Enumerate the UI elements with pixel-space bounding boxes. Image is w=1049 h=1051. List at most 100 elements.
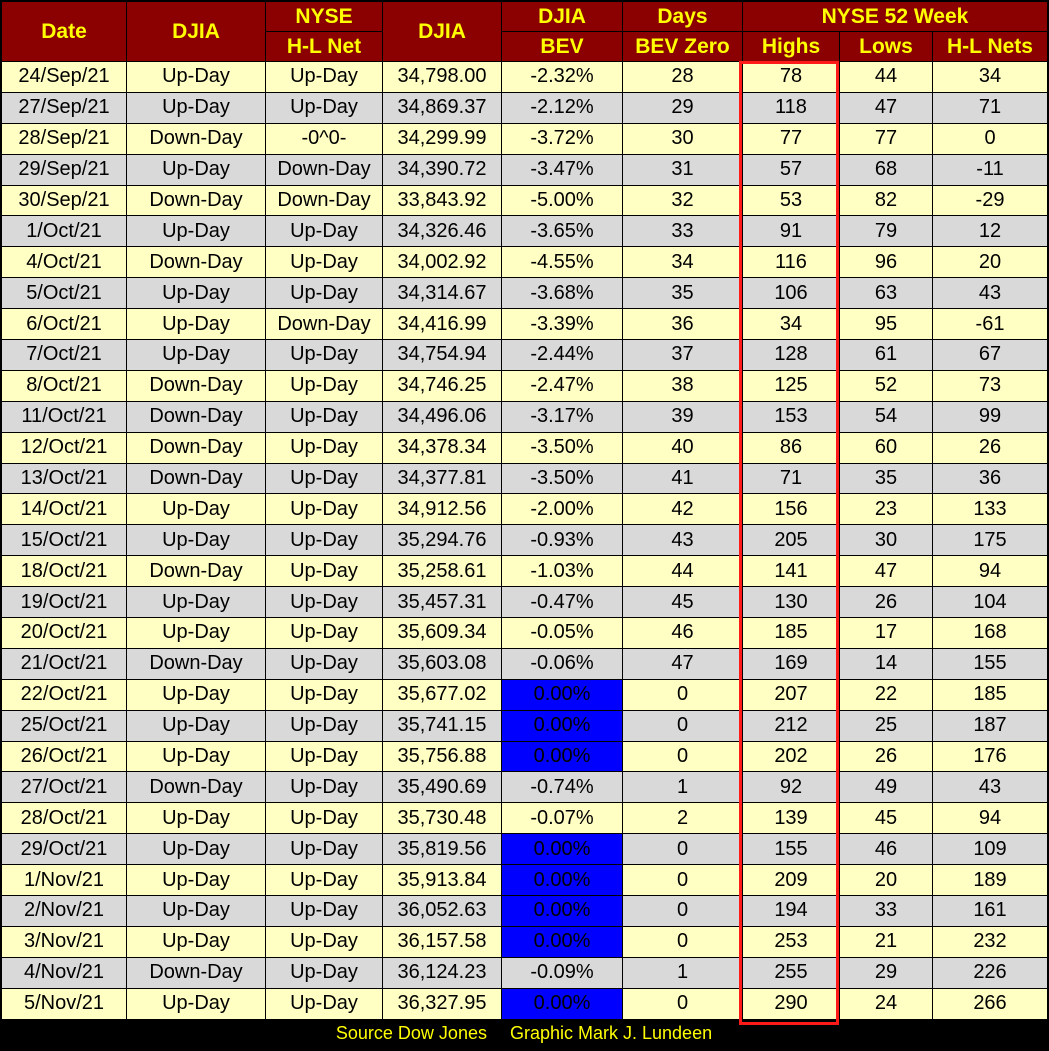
cell-lows: 26 (839, 740, 933, 773)
cell-djia-close: 35,819.56 (382, 833, 502, 866)
cell-lows: 77 (839, 122, 933, 155)
header-nyse-hl-top: NYSE (265, 1, 383, 32)
cell-date: 6/Oct/21 (1, 308, 127, 341)
cell-days-bev-zero: 31 (622, 153, 743, 186)
cell-djia-close: 35,490.69 (382, 771, 502, 804)
table-row: 29/Oct/21 Up-Day Up-Day 35,819.56 0.00% 0 155 4… (1, 833, 1048, 866)
cell-djia-direction: Up-Day (126, 864, 266, 897)
cell-lows: 26 (839, 586, 933, 619)
cell-nyse-hl-net: Up-Day (265, 246, 383, 279)
cell-days-bev-zero: 0 (622, 709, 743, 742)
cell-djia-close: 35,294.76 (382, 524, 502, 557)
cell-nyse-hl-net: Up-Day (265, 987, 383, 1020)
cell-djia-direction: Down-Day (126, 771, 266, 804)
cell-djia-close: 34,390.72 (382, 153, 502, 186)
cell-djia-direction: Up-Day (126, 308, 266, 341)
cell-djia-bev: -4.55% (501, 246, 623, 279)
cell-djia-close: 36,052.63 (382, 895, 502, 927)
cell-lows: 22 (839, 678, 933, 711)
cell-highs: 202 (742, 740, 840, 773)
cell-date: 19/Oct/21 (1, 586, 127, 619)
cell-nyse-hl-net: Up-Day (265, 524, 383, 557)
cell-hl-nets: 185 (932, 678, 1048, 711)
cell-days-bev-zero: 35 (622, 277, 743, 310)
cell-djia-bev: -2.44% (501, 339, 623, 371)
cell-highs: 71 (742, 462, 840, 495)
cell-date: 20/Oct/21 (1, 617, 127, 649)
cell-days-bev-zero: 47 (622, 647, 743, 680)
cell-hl-nets: 161 (932, 895, 1048, 927)
cell-djia-close: 34,496.06 (382, 400, 502, 433)
cell-djia-close: 34,912.56 (382, 493, 502, 526)
cell-highs: 53 (742, 184, 840, 217)
cell-highs: 209 (742, 864, 840, 897)
cell-djia-bev: -3.47% (501, 153, 623, 186)
cell-lows: 63 (839, 277, 933, 310)
table-row: 21/Oct/21 Down-Day Up-Day 35,603.08 -0.06% 47… (1, 647, 1048, 680)
cell-highs: 194 (742, 895, 840, 927)
cell-djia-close: 35,603.08 (382, 647, 502, 680)
cell-days-bev-zero: 0 (622, 895, 743, 927)
cell-djia-bev: -3.50% (501, 462, 623, 495)
header-lows: Lows (839, 31, 933, 62)
cell-djia-close: 35,258.61 (382, 555, 502, 588)
cell-nyse-hl-net: Up-Day (265, 586, 383, 619)
header-date: Date (1, 1, 127, 62)
cell-djia-close: 35,756.88 (382, 740, 502, 773)
footer-credit: Source Dow Jones Graphic Mark J. Lundeen (1, 1019, 1047, 1046)
data-table-container: Date DJIA NYSE DJIA DJIA Days NYSE 52 We… (1, 1, 1048, 1046)
cell-days-bev-zero: 0 (622, 925, 743, 958)
table-row: 27/Oct/21 Down-Day Up-Day 35,490.69 -0.74% 1 9… (1, 771, 1048, 804)
cell-djia-direction: Up-Day (126, 61, 266, 93)
cell-hl-nets: -61 (932, 308, 1048, 341)
cell-lows: 30 (839, 524, 933, 557)
cell-hl-nets: 175 (932, 524, 1048, 557)
cell-djia-direction: Up-Day (126, 987, 266, 1020)
cell-highs: 130 (742, 586, 840, 619)
table-row: 18/Oct/21 Down-Day Up-Day 35,258.61 -1.03% 44… (1, 555, 1048, 588)
cell-days-bev-zero: 0 (622, 740, 743, 773)
cell-djia-bev: -0.06% (501, 647, 623, 680)
header-nyse-52-week: NYSE 52 Week (742, 1, 1048, 32)
cell-djia-close: 35,609.34 (382, 617, 502, 649)
cell-djia-direction: Down-Day (126, 431, 266, 464)
cell-date: 3/Nov/21 (1, 925, 127, 958)
cell-djia-close: 36,124.23 (382, 956, 502, 989)
table-row: 1/Oct/21 Up-Day Up-Day 34,326.46 -3.65% 33 91 7… (1, 215, 1048, 248)
cell-djia-close: 34,002.92 (382, 246, 502, 279)
cell-days-bev-zero: 40 (622, 431, 743, 464)
cell-hl-nets: 34 (932, 61, 1048, 93)
cell-hl-nets: 43 (932, 771, 1048, 804)
cell-djia-bev: -3.65% (501, 215, 623, 248)
cell-lows: 46 (839, 833, 933, 866)
cell-nyse-hl-net: Up-Day (265, 61, 383, 93)
cell-days-bev-zero: 37 (622, 339, 743, 371)
table-row: 25/Oct/21 Up-Day Up-Day 35,741.15 0.00% 0 212 2… (1, 709, 1048, 742)
table-row: 4/Nov/21 Down-Day Up-Day 36,124.23 -0.09% 1 25… (1, 956, 1048, 989)
cell-hl-nets: 226 (932, 956, 1048, 989)
cell-days-bev-zero: 44 (622, 555, 743, 588)
cell-djia-bev: -1.03% (501, 555, 623, 588)
cell-djia-bev: -5.00% (501, 184, 623, 217)
table-row: 5/Oct/21 Up-Day Up-Day 34,314.67 -3.68% 35 106… (1, 277, 1048, 310)
cell-nyse-hl-net: Up-Day (265, 369, 383, 402)
cell-hl-nets: -11 (932, 153, 1048, 186)
cell-date: 28/Sep/21 (1, 122, 127, 155)
cell-lows: 44 (839, 61, 933, 93)
header-days-bottom: BEV Zero (622, 31, 743, 62)
cell-lows: 33 (839, 895, 933, 927)
cell-djia-direction: Up-Day (126, 339, 266, 371)
cell-date: 1/Nov/21 (1, 864, 127, 897)
cell-djia-close: 35,741.15 (382, 709, 502, 742)
cell-highs: 92 (742, 771, 840, 804)
cell-date: 29/Sep/21 (1, 153, 127, 186)
cell-date: 5/Oct/21 (1, 277, 127, 310)
table-row: 27/Sep/21 Up-Day Up-Day 34,869.37 -2.12% 29 11… (1, 91, 1048, 124)
cell-lows: 61 (839, 339, 933, 371)
cell-highs: 169 (742, 647, 840, 680)
cell-djia-close: 36,327.95 (382, 987, 502, 1020)
cell-djia-direction: Up-Day (126, 740, 266, 773)
table-row: 24/Sep/21 Up-Day Up-Day 34,798.00 -2.32% 28 78… (1, 61, 1048, 93)
cell-lows: 17 (839, 617, 933, 649)
cell-djia-close: 36,157.58 (382, 925, 502, 958)
